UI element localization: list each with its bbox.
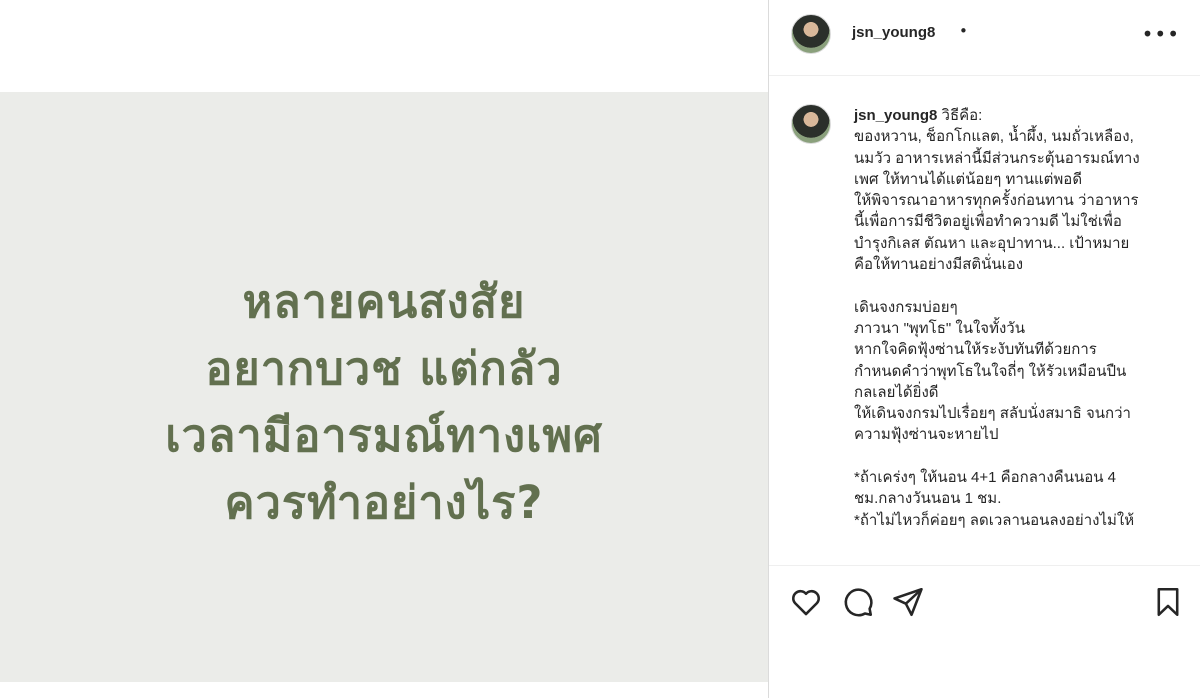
caption-paragraph-gap	[854, 446, 1184, 467]
caption-line: กำหนดคำว่าพุทโธในใจถี่ๆ ให้รัวเหมือนปืน	[854, 362, 1127, 380]
separator-dot: •	[959, 22, 968, 40]
caption-username[interactable]: jsn_young8	[854, 107, 937, 124]
caption-first-line: jsn_young8 วิธีคือ:	[854, 105, 1184, 126]
image-text-line: อยากบวช แต่กลัว	[205, 342, 563, 395]
more-options-icon[interactable]: •••	[1142, 24, 1180, 44]
caption-line: *ถ้าเคร่งๆ ให้นอน 4+1 คือกลางคืนนอน 4	[854, 469, 1116, 487]
bookmark-icon[interactable]	[1151, 585, 1185, 619]
caption-text: jsn_young8 วิธีคือ: ของหวาน, ช็อกโกแลต, …	[854, 105, 1184, 531]
caption-intro: วิธีคือ:	[937, 107, 983, 124]
post-image[interactable]: หลายคนสงสัย อยากบวช แต่กลัว เวลามีอารมณ์…	[0, 92, 768, 682]
caption-line: เพศ ให้ทานได้แต่น้อยๆ ทานแต่พอดี	[854, 170, 1083, 188]
caption-line: นมวัว อาหารเหล่านี้มีส่วนกระตุ้นอารมณ์ทา…	[854, 149, 1140, 167]
avatar[interactable]	[791, 14, 831, 54]
caption-line: *ถ้าไม่ไหวก็ค่อยๆ ลดเวลานอนลงอย่างไม่ให้	[854, 511, 1135, 529]
caption-line: ให้เดินจงกรมไปเรื่อยๆ สลับนั่งสมาธิ จนกว…	[854, 405, 1131, 423]
post-sidebar: jsn_young8 • ••• jsn_young8 วิธีคือ: ของ…	[768, 0, 1200, 698]
image-text-line: หลายคนสงสัย	[242, 275, 526, 328]
caption-line: ภาวนา "พุทโธ" ในใจทั้งวัน	[854, 319, 1025, 337]
caption-line: ให้พิจารณาอาหารทุกครั้งก่อนทาน ว่าอาหาร	[854, 192, 1139, 210]
post-media-area: หลายคนสงสัย อยากบวช แต่กลัว เวลามีอารมณ์…	[0, 0, 768, 698]
caption-line: ชม.กลางวันนอน 1 ชม.	[854, 490, 1002, 508]
caption-paragraph-gap	[854, 275, 1184, 296]
action-bar	[769, 566, 1200, 636]
header-username[interactable]: jsn_young8	[852, 24, 935, 41]
caption-area[interactable]: jsn_young8 วิธีคือ: ของหวาน, ช็อกโกแลต, …	[769, 77, 1200, 566]
post-image-text: หลายคนสงสัย อยากบวช แต่กลัว เวลามีอารมณ์…	[0, 268, 768, 536]
image-text-line: เวลามีอารมณ์ทางเพศ	[165, 409, 603, 462]
caption-line: คือให้ทานอย่างมีสตินั่นเอง	[854, 256, 1024, 274]
caption-line: นี้เพื่อการมีชีวิตอยู่เพื่อทำความดี ไม่ใ…	[854, 213, 1122, 231]
caption-line: กลเลยได้ยิ่งดี	[854, 383, 939, 401]
caption-line: หากใจคิดฟุ้งซ่านให้ระงับทันทีด้วยการ	[854, 341, 1097, 359]
post-header: jsn_young8 • •••	[769, 0, 1200, 76]
image-text-line: ควรทำอย่างไร?	[224, 476, 544, 529]
paper-plane-icon[interactable]	[891, 585, 925, 619]
caption-line: ของหวาน, ช็อกโกแลต, น้ำผึ้ง, นมถั่วเหลือ…	[854, 128, 1134, 146]
comment-icon[interactable]	[841, 585, 875, 619]
caption-line: บำรุงกิเลส ตัณหา และอุปาทาน... เป้าหมาย	[854, 234, 1130, 252]
heart-icon[interactable]	[789, 585, 823, 619]
caption-avatar[interactable]	[791, 104, 831, 144]
caption-line: เดินจงกรมบ่อยๆ	[854, 298, 958, 316]
caption-line: ความฟุ้งซ่านจะหายไป	[854, 426, 999, 444]
